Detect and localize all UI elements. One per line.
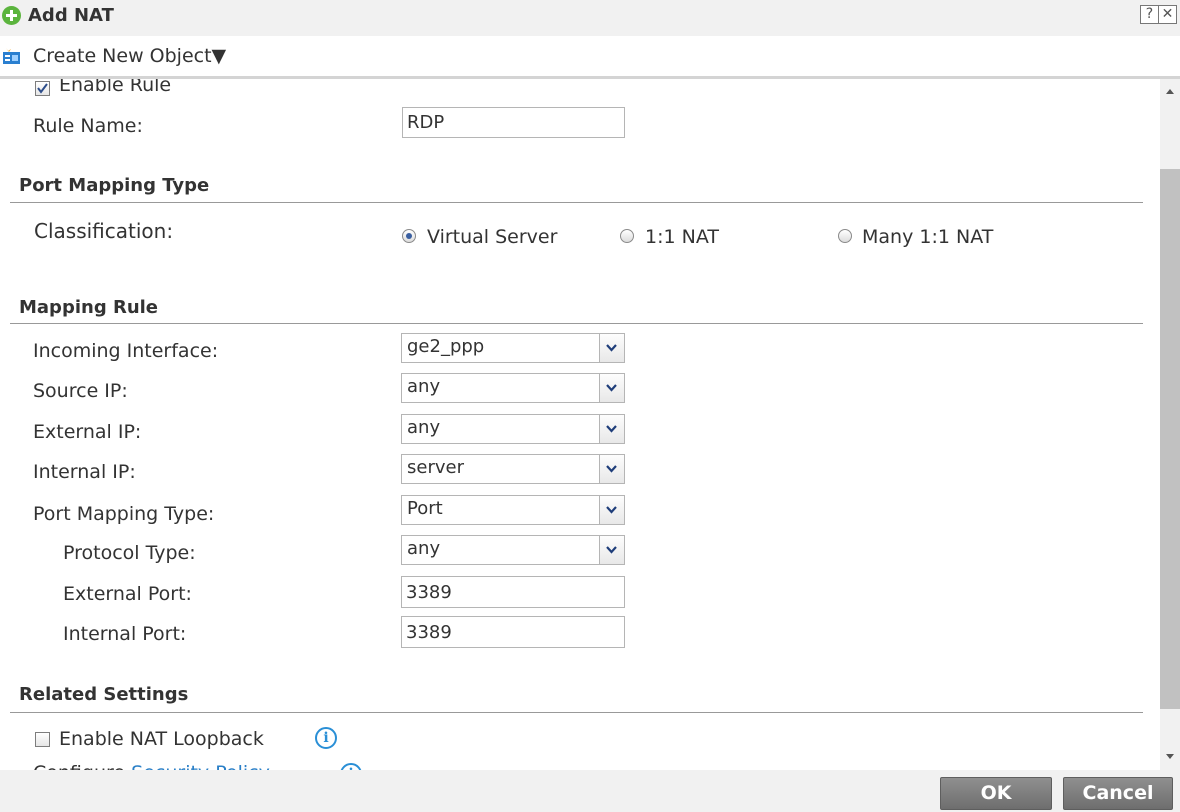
close-button[interactable]: ✕ [1158,5,1177,24]
rule-name-label: Rule Name: [33,115,143,137]
enable-nat-loopback-label: Enable NAT Loopback [59,728,264,750]
info-icon[interactable]: i [340,763,362,770]
add-icon [2,6,21,25]
external-ip-select[interactable]: any [401,414,625,444]
internal-ip-label: Internal IP: [33,461,136,483]
configure-label: Configure [33,762,125,770]
create-new-object-menu[interactable]: Create New Object▼ [33,44,226,68]
section-divider [10,712,1143,713]
radio-virtual-server-label: Virtual Server [427,226,558,248]
port-mapping-type-select[interactable]: Port [401,495,625,525]
incoming-interface-label: Incoming Interface: [33,340,219,362]
port-mapping-type-value: Port [407,498,443,519]
info-icon[interactable]: i [315,727,337,749]
chevron-down-icon[interactable] [599,496,624,524]
help-button[interactable]: ? [1140,5,1159,24]
enable-rule-checkbox[interactable] [35,81,50,96]
external-port-input[interactable] [401,576,625,608]
ok-button[interactable]: OK [940,777,1052,810]
enable-rule-label: Enable Rule [59,79,172,96]
section-divider [10,323,1143,324]
rule-name-input[interactable] [402,107,625,138]
internal-ip-value: server [407,457,464,478]
chevron-down-icon[interactable] [599,334,624,362]
source-ip-label: Source IP: [33,380,128,402]
dialog-titlebar: Add NAT ? ✕ [0,0,1180,36]
form-content: Enable Rule Rule Name: Port Mapping Type… [0,79,1160,770]
security-policy-link[interactable]: Security Policy [131,762,270,770]
incoming-interface-value: ge2_ppp [407,336,485,357]
radio-many-one-to-one-nat[interactable] [838,229,852,243]
chevron-down-icon[interactable] [599,374,624,402]
protocol-type-select[interactable]: any [401,535,625,565]
port-mapping-type-label: Port Mapping Type: [33,503,215,525]
chevron-down-icon[interactable] [599,415,624,443]
classification-label: Classification: [34,219,174,243]
scroll-up-arrow-icon[interactable] [1166,89,1174,94]
dialog-title: Add NAT [28,5,114,26]
protocol-type-value: any [407,538,441,559]
radio-virtual-server[interactable] [402,229,416,243]
internal-ip-select[interactable]: server [401,454,625,484]
cancel-button[interactable]: Cancel [1063,777,1173,810]
incoming-interface-select[interactable]: ge2_ppp [401,333,625,363]
create-object-icon [3,48,20,64]
source-ip-value: any [407,376,441,397]
source-ip-select[interactable]: any [401,373,625,403]
radio-many-one-to-one-nat-label: Many 1:1 NAT [862,226,994,248]
protocol-type-label: Protocol Type: [63,542,196,564]
configure-security-policy-row: Configure Security Policy [33,761,270,770]
radio-one-to-one-nat-label: 1:1 NAT [645,226,719,248]
port-mapping-type-section-title: Port Mapping Type [19,175,210,196]
internal-port-input[interactable] [401,616,625,648]
chevron-down-icon[interactable] [599,536,624,564]
external-ip-label: External IP: [33,421,142,443]
section-divider [10,202,1143,203]
external-ip-value: any [407,417,441,438]
chevron-down-icon[interactable] [599,455,624,483]
external-port-label: External Port: [63,583,192,605]
vertical-scrollbar[interactable] [1160,79,1180,770]
scrollbar-thumb[interactable] [1160,169,1180,709]
scroll-down-arrow-icon[interactable] [1166,754,1174,759]
mapping-rule-section-title: Mapping Rule [19,297,159,318]
internal-port-label: Internal Port: [63,623,187,645]
radio-one-to-one-nat[interactable] [620,229,634,243]
related-settings-section-title: Related Settings [19,684,189,705]
enable-nat-loopback-checkbox[interactable] [35,732,50,747]
